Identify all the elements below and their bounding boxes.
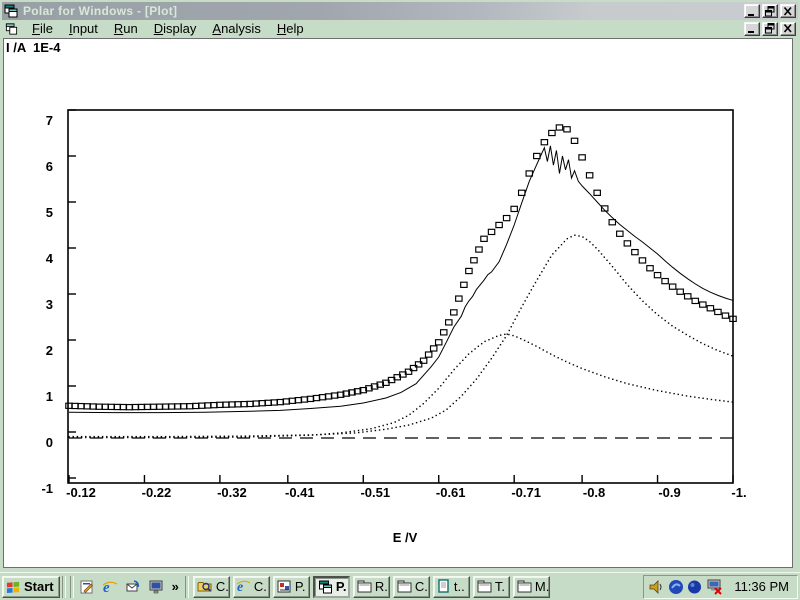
- mdi-restore-button[interactable]: [762, 22, 778, 36]
- task-label: t..: [454, 579, 465, 594]
- window-controls: [744, 4, 796, 18]
- task-button-program[interactable]: P.: [273, 576, 310, 598]
- start-button[interactable]: Start: [2, 576, 60, 598]
- plot-document-icon[interactable]: [5, 22, 20, 36]
- internet-explorer-icon: e: [237, 579, 251, 594]
- task-button-t2[interactable]: T.: [473, 576, 510, 598]
- task-button-m[interactable]: M.: [513, 576, 550, 598]
- y-axis-title: I /A 1E-4: [6, 40, 60, 55]
- menu-help[interactable]: Help: [269, 20, 312, 37]
- mdi-close-button[interactable]: [780, 22, 796, 36]
- folder-icon: [357, 580, 372, 594]
- menu-run[interactable]: Run: [106, 20, 146, 37]
- network-error-icon[interactable]: [705, 579, 723, 595]
- task-label: M.: [535, 579, 549, 594]
- restore-icon: [765, 23, 775, 34]
- program-icon: [277, 579, 292, 594]
- task-button-t[interactable]: t..: [433, 576, 470, 598]
- minimize-icon: [748, 31, 754, 33]
- folder-icon: [397, 580, 412, 594]
- folder-icon: [477, 580, 492, 594]
- search-folder-icon: [197, 579, 213, 594]
- folder-icon: [517, 580, 532, 594]
- taskbar-clock: 11:36 PM: [734, 579, 789, 594]
- system-tray: 11:36 PM: [643, 575, 798, 599]
- restore-icon: [765, 6, 775, 17]
- task-label: C.: [254, 579, 267, 594]
- taskbar: Start e » C. e: [0, 572, 800, 600]
- minimize-icon: [748, 14, 754, 16]
- windows-logo-icon: [6, 580, 21, 594]
- menu-bar: File Input Run Display Analysis Help: [2, 20, 798, 37]
- title-bar[interactable]: Polar for Windows - [Plot]: [2, 2, 798, 20]
- polar-app-icon: [4, 4, 19, 18]
- menu-input[interactable]: Input: [61, 20, 106, 37]
- status-sphere-icon[interactable]: [687, 579, 702, 595]
- taskbar-grip[interactable]: [70, 576, 74, 598]
- plot-client-area: [3, 38, 793, 568]
- task-button-ie[interactable]: e C.: [233, 576, 270, 598]
- task-button-r[interactable]: R.: [353, 576, 390, 598]
- quick-launch: e »: [78, 578, 181, 596]
- mail-icon[interactable]: [124, 578, 142, 596]
- mdi-minimize-button[interactable]: [744, 22, 760, 36]
- messenger-icon[interactable]: [668, 579, 684, 595]
- task-button-c[interactable]: C.: [393, 576, 430, 598]
- desktop: Polar for Windows - [Plot] File Input Ru…: [0, 0, 800, 600]
- mdi-window-controls: [744, 22, 796, 36]
- menu-analysis[interactable]: Analysis: [204, 20, 268, 37]
- volume-icon[interactable]: [648, 579, 665, 595]
- window-title: Polar for Windows - [Plot]: [23, 4, 177, 18]
- task-label: C.: [216, 579, 229, 594]
- menu-file[interactable]: File: [24, 20, 61, 37]
- monitor-icon[interactable]: [147, 578, 165, 596]
- restore-button[interactable]: [762, 4, 778, 18]
- task-label: P.: [336, 579, 347, 594]
- task-label: P.: [295, 579, 306, 594]
- notepad-icon: [437, 579, 451, 594]
- start-label: Start: [24, 579, 54, 594]
- x-axis-title: E /V: [360, 530, 450, 545]
- task-buttons: C. e C. P. P. R. C.: [193, 576, 550, 598]
- task-button-polar-active[interactable]: P.: [313, 576, 350, 598]
- close-icon: [783, 23, 793, 34]
- task-button-search[interactable]: C.: [193, 576, 230, 598]
- internet-explorer-icon[interactable]: e: [101, 578, 119, 596]
- close-button[interactable]: [780, 4, 796, 18]
- task-label: R.: [375, 579, 388, 594]
- task-label: C.: [415, 579, 428, 594]
- close-icon: [783, 6, 793, 17]
- taskbar-separator: [185, 576, 189, 598]
- polar-plot-icon: [318, 580, 333, 594]
- task-label: T.: [495, 579, 505, 594]
- menu-display[interactable]: Display: [146, 20, 205, 37]
- taskbar-separator: [62, 576, 66, 598]
- minimize-button[interactable]: [744, 4, 760, 18]
- compose-document-icon[interactable]: [78, 578, 96, 596]
- quick-launch-overflow[interactable]: »: [170, 579, 181, 594]
